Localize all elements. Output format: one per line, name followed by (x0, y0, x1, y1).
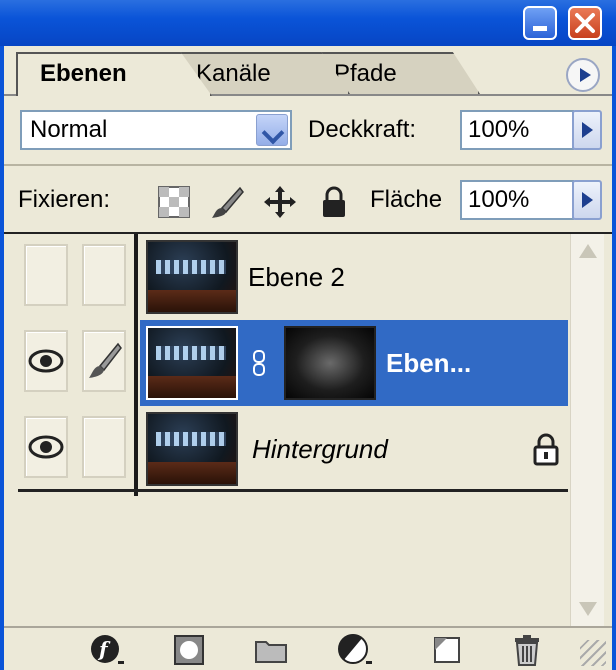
layers-list: Ebene 2 Eben... Hintergrund (18, 234, 568, 626)
visibility-toggle[interactable] (24, 416, 68, 478)
paintbrush-icon (89, 342, 122, 378)
close-button[interactable] (568, 6, 602, 40)
tab-ebenen[interactable]: Ebenen (16, 52, 212, 96)
trash-icon[interactable] (508, 632, 546, 668)
layer-mask-icon[interactable] (170, 632, 208, 668)
blend-mode-select[interactable]: Normal (20, 110, 292, 150)
link-toggle[interactable] (82, 330, 126, 392)
layer-style-icon[interactable]: f (88, 632, 126, 668)
adjustment-layer-icon[interactable] (336, 632, 374, 668)
opacity-label: Deckkraft: (308, 116, 417, 143)
layer-row-selected[interactable]: Eben... (140, 320, 568, 406)
tab-strip: Pfade Kanäle Ebenen (4, 46, 612, 96)
lock-label: Fixieren: (18, 186, 111, 213)
fill-field[interactable]: 100% (460, 180, 574, 220)
layers-panel: Pfade Kanäle Ebenen Normal Deckkraft: 10… (0, 46, 616, 670)
layer-thumbnail (146, 326, 238, 400)
link-toggle[interactable] (82, 244, 126, 306)
lock-transparency-icon[interactable] (156, 184, 192, 220)
layer-mask-thumbnail[interactable] (284, 326, 376, 400)
new-layer-icon[interactable] (428, 632, 466, 668)
fill-label: Fläche (370, 186, 443, 213)
opacity-field[interactable]: 100% (460, 110, 574, 150)
bottom-toolbar: f (4, 626, 612, 670)
eye-icon (28, 435, 64, 459)
minimize-icon (533, 26, 547, 31)
layer-row[interactable]: Ebene 2 (18, 234, 568, 320)
layer-row[interactable]: Hintergrund (18, 406, 568, 492)
visibility-toggle[interactable] (24, 330, 68, 392)
scrollbar[interactable] (570, 234, 604, 626)
visibility-toggle[interactable] (24, 244, 68, 306)
close-icon (575, 13, 595, 33)
eye-icon (28, 349, 64, 373)
panel-menu-button[interactable] (566, 58, 600, 92)
lock-icon (533, 433, 559, 466)
tab-label: Kanäle (196, 60, 271, 87)
blend-mode-value: Normal (30, 116, 108, 143)
scroll-up-icon[interactable] (575, 238, 601, 266)
link-toggle[interactable] (82, 416, 126, 478)
opacity-slider-button[interactable] (572, 110, 602, 150)
minimize-button[interactable] (523, 6, 557, 40)
tab-label: Ebenen (40, 60, 127, 87)
new-group-icon[interactable] (252, 632, 290, 668)
tab-label: Pfade (334, 60, 397, 87)
layer-name[interactable]: Ebene 2 (248, 234, 345, 320)
lock-all-icon[interactable] (316, 184, 352, 220)
layer-thumbnail (146, 412, 238, 486)
layer-thumbnail (146, 240, 238, 314)
lock-paint-icon[interactable] (210, 184, 246, 220)
lock-move-icon[interactable] (262, 184, 298, 220)
resize-grip[interactable] (580, 640, 606, 666)
layer-name[interactable]: Hintergrund (252, 406, 388, 492)
mask-link-icon[interactable] (252, 350, 266, 376)
chevron-down-icon[interactable] (256, 114, 288, 146)
layer-name[interactable]: Eben... (386, 320, 471, 406)
scroll-down-icon[interactable] (575, 594, 601, 622)
separator (4, 164, 612, 166)
fill-slider-button[interactable] (572, 180, 602, 220)
title-bar (0, 0, 616, 46)
